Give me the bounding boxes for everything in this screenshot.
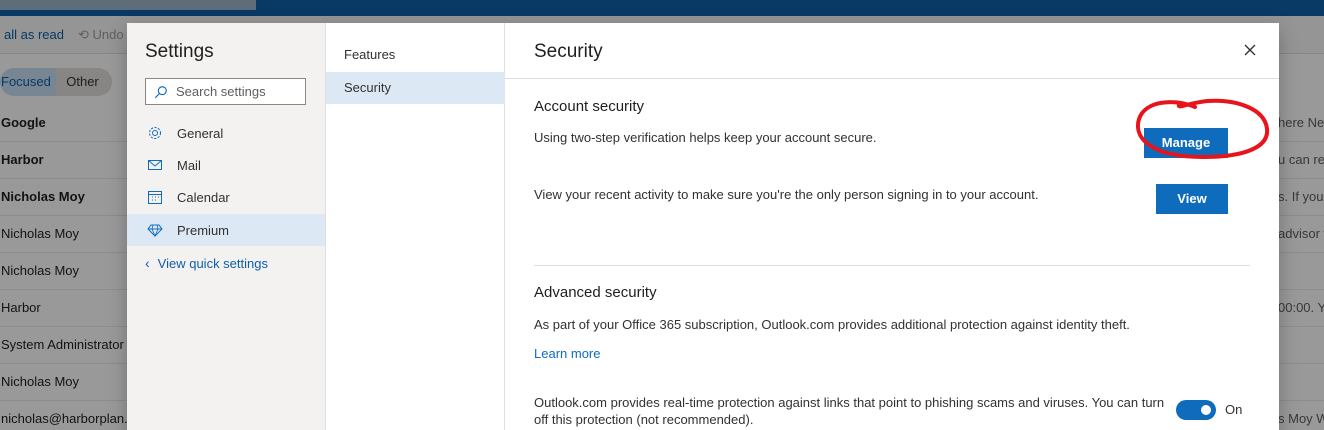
search-settings-input[interactable] [176,84,296,99]
nav-item-general[interactable]: General [127,117,325,149]
recent-activity-description: View your recent activity to make sure y… [534,187,1039,202]
subnav-item-features[interactable]: Features [326,39,505,71]
quick-settings-label: View quick settings [157,255,268,271]
nav-item-premium[interactable]: Premium [127,214,325,246]
advanced-security-title: Advanced security [534,284,657,301]
chevron-left-icon: ‹ [145,255,150,271]
section-divider [534,265,1250,266]
settings-dialog: Settings General Mail Calendar Premium ‹… [127,23,1279,430]
view-quick-settings-link[interactable]: ‹ View quick settings [145,255,268,271]
manage-button[interactable]: Manage [1144,128,1228,158]
nav-item-mail[interactable]: Mail [127,149,325,181]
two-step-description: Using two-step verification helps keep y… [534,130,877,145]
view-button[interactable]: View [1156,184,1228,214]
calendar-icon [148,191,162,204]
search-settings-box[interactable] [145,78,306,105]
gear-icon [149,127,161,139]
toggle-knob [1201,405,1211,415]
protection-description-line-1: Outlook.com provides real-time protectio… [534,395,1165,410]
mail-icon [148,160,162,170]
security-pane: Security Account security Using two-step… [505,23,1279,430]
subnav-item-security[interactable]: Security [326,72,505,104]
nav-item-label: General [177,125,224,141]
nav-item-label: Premium [177,222,230,238]
nav-item-label: Calendar [177,189,230,205]
phishing-protection-toggle[interactable] [1176,400,1216,420]
premium-subnav: Features Security [325,23,505,430]
settings-nav: Settings General Mail Calendar Premium ‹… [127,23,325,430]
pane-title: Security [534,41,603,62]
search-icon [154,85,167,98]
pane-header: Security [505,23,1279,79]
protection-description-line-2: off this protection (not recommended). [534,412,754,427]
close-icon[interactable] [1243,43,1257,57]
settings-title: Settings [145,41,214,62]
learn-more-link[interactable]: Learn more [534,346,600,361]
account-security-title: Account security [534,98,645,115]
nav-item-label: Mail [177,157,201,173]
nav-item-calendar[interactable]: Calendar [127,181,325,213]
diamond-icon [147,224,163,238]
advanced-security-description: As part of your Office 365 subscription,… [534,317,1130,332]
toggle-state-label: On [1225,402,1243,417]
